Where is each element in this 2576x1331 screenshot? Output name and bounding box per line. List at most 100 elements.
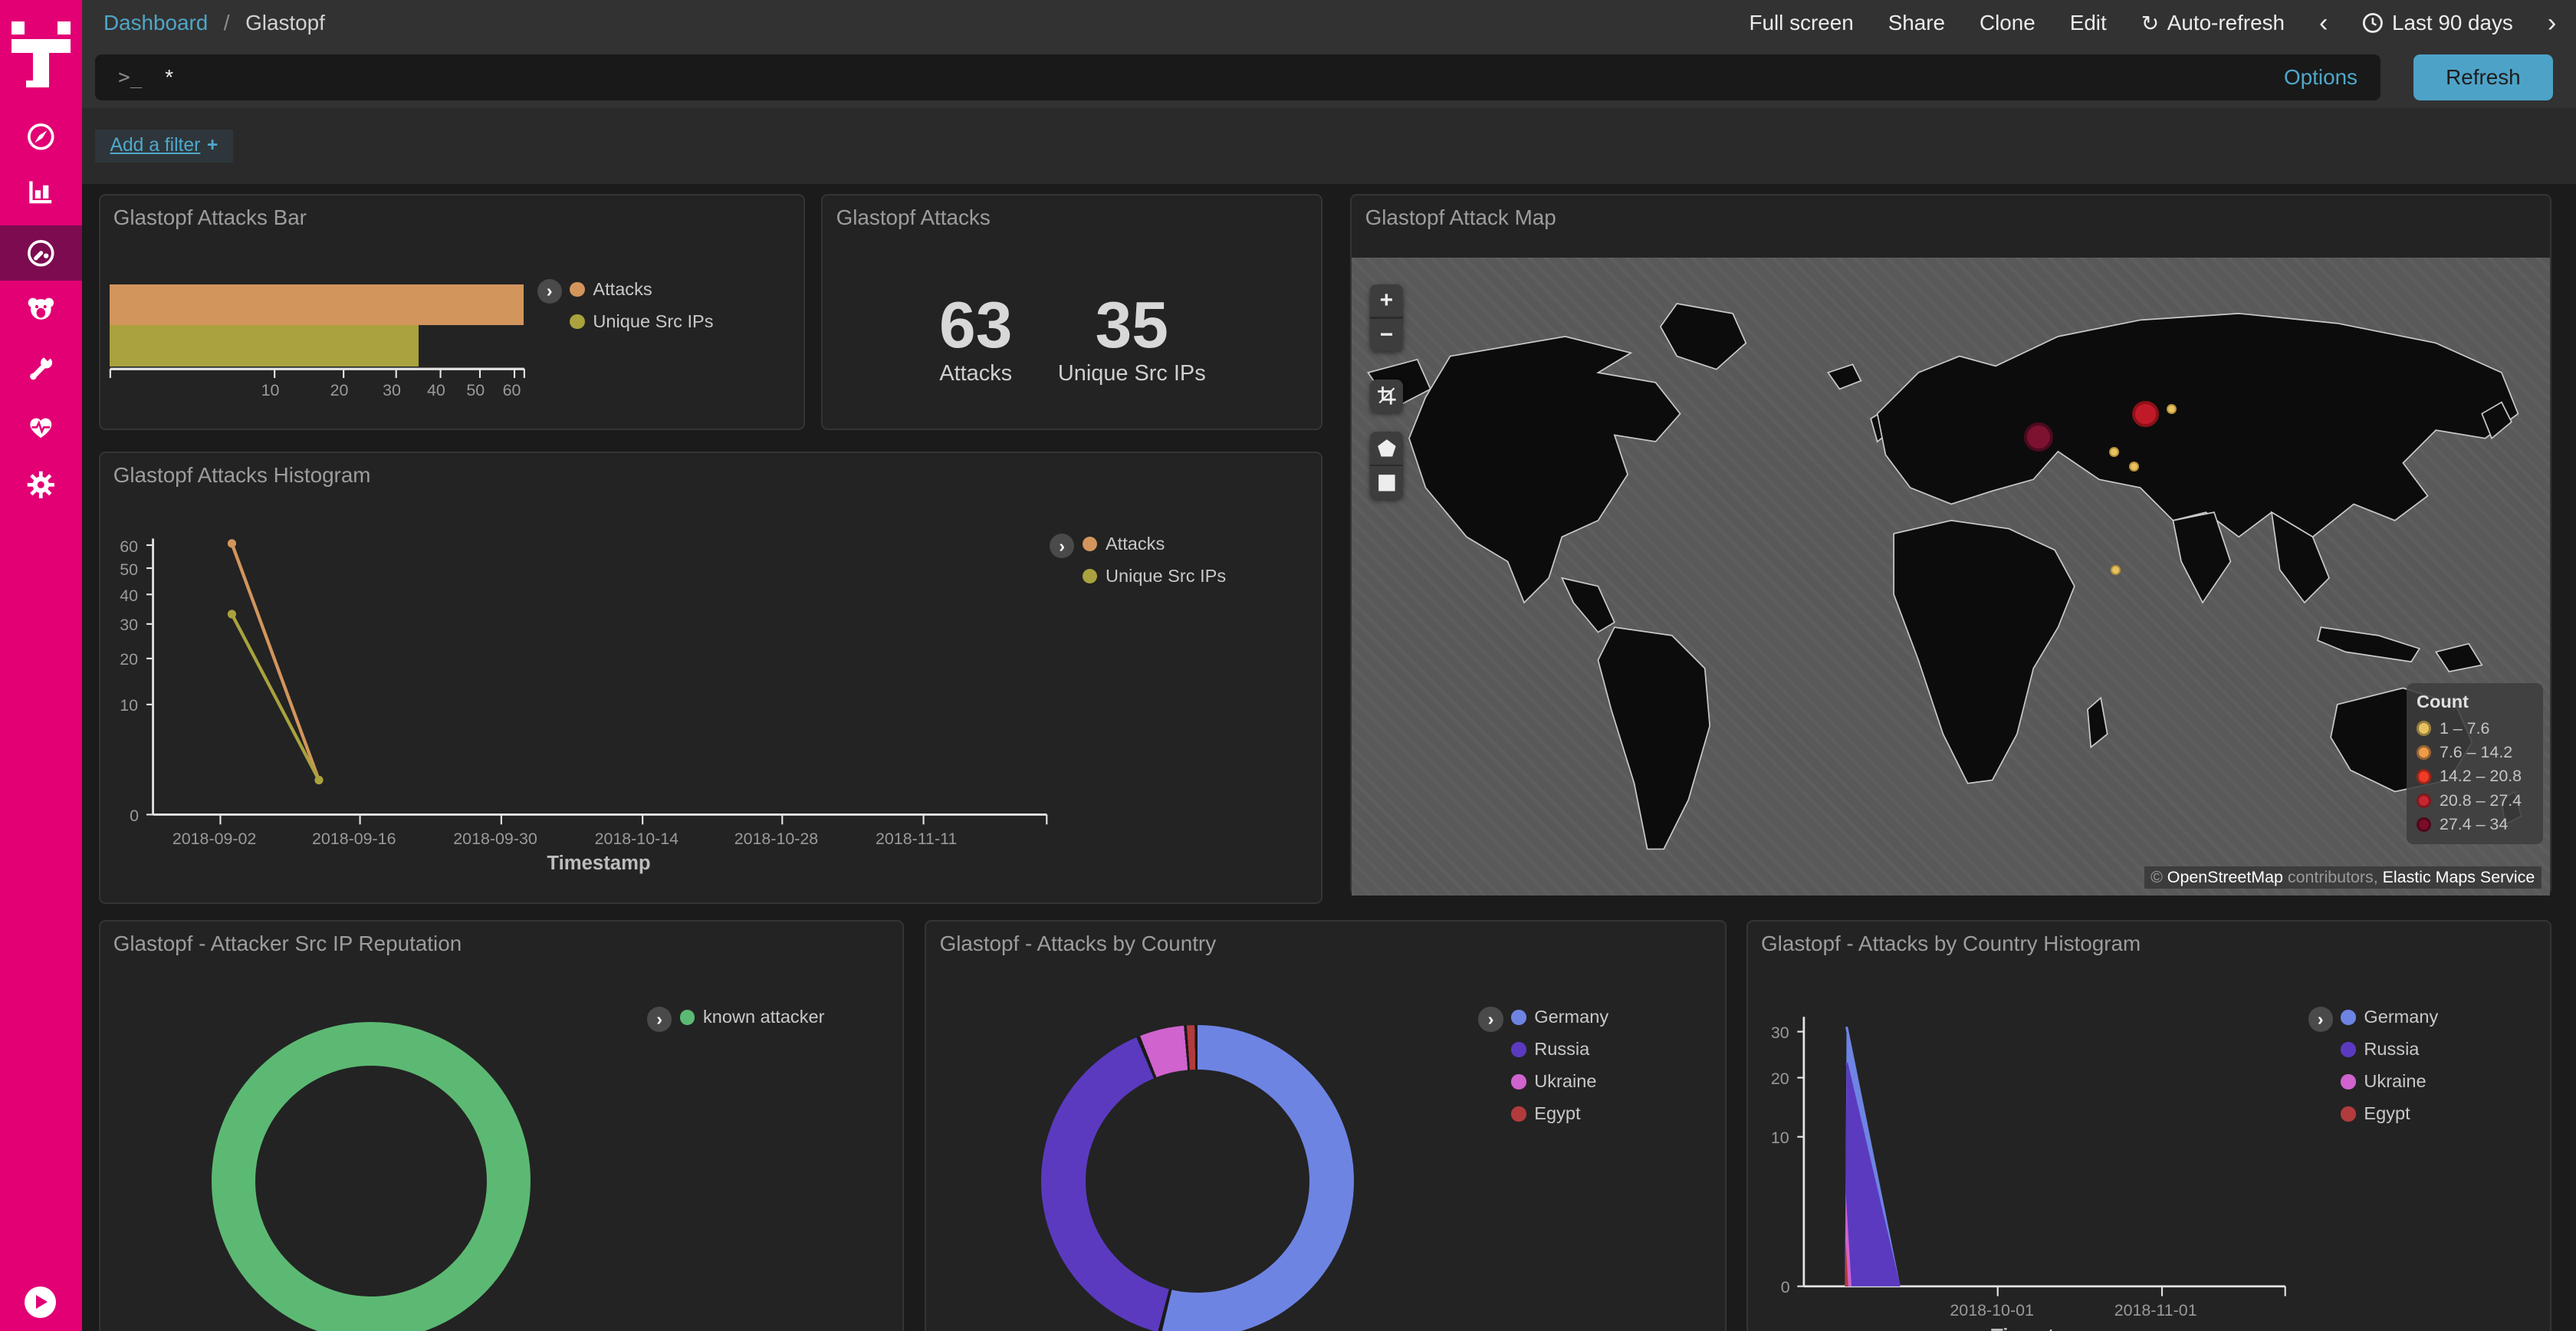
panel-attacks-metric: Glastopf Attacks 63 Attacks 35 Unique Sr…: [821, 194, 1322, 431]
legend-item-germany[interactable]: Germany: [2341, 1007, 2438, 1027]
legend-expand-button[interactable]: ›: [647, 1007, 672, 1031]
sidebar-item-discover[interactable]: [0, 108, 82, 164]
legend-item-attacks[interactable]: Attacks: [570, 279, 713, 300]
draw-polygon-button[interactable]: [1370, 432, 1403, 465]
gear-icon: [26, 470, 56, 500]
elastic-maps-service-link[interactable]: Elastic Maps Service: [2383, 868, 2535, 886]
legend-expand-button[interactable]: ›: [1478, 1007, 1503, 1031]
panel-attacks-by-country: Glastopf - Attacks by Country › Germany …: [925, 920, 1727, 1331]
bar-attacks[interactable]: [110, 284, 524, 326]
legend-dot: [1083, 537, 1097, 551]
filter-bar: Add a filter+: [82, 108, 2576, 184]
map-point-small-yellow[interactable]: [2129, 462, 2139, 472]
panel-attacks-bar: Glastopf Attacks Bar 10 20 30 40 50 60 ›…: [99, 194, 805, 431]
zoom-in-button[interactable]: +: [1370, 284, 1403, 317]
heartbeat-icon: [26, 412, 56, 442]
edit-button[interactable]: Edit: [2070, 11, 2107, 35]
map-point-small-yellow[interactable]: [2167, 404, 2177, 414]
sidebar-item-visualize[interactable]: [0, 164, 82, 220]
sidebar-item-dashboard[interactable]: [0, 225, 82, 281]
query-bar: >_ * Options Refresh: [82, 46, 2576, 108]
donut-attacks-by-country[interactable]: [1041, 1025, 1353, 1331]
add-filter-button[interactable]: Add a filter+: [95, 130, 232, 163]
sidebar-item-devtools[interactable]: [0, 340, 82, 396]
legend: Attacks Unique Src IPs: [570, 279, 713, 332]
breadcrumb-current: Glastopf: [245, 11, 325, 35]
share-button[interactable]: Share: [1888, 11, 1945, 35]
legend-dot: [570, 282, 584, 297]
world-map[interactable]: + −: [1352, 258, 2549, 895]
fit-bounds-button[interactable]: [1370, 380, 1403, 412]
draw-rectangle-button[interactable]: [1370, 466, 1403, 499]
sidebar-item-monitoring[interactable]: [0, 399, 82, 455]
legend-dot: [2341, 1042, 2355, 1057]
legend: known attacker: [680, 1007, 824, 1027]
legend-dot: [2341, 1106, 2355, 1121]
legend-item-russia[interactable]: Russia: [2341, 1039, 2438, 1060]
polygon-icon: [1377, 439, 1397, 458]
clone-button[interactable]: Clone: [1980, 11, 2036, 35]
panel-title: Glastopf - Attacker Src IP Reputation: [113, 932, 462, 956]
legend-item-egypt[interactable]: Egypt: [1511, 1103, 1608, 1124]
telekom-logo[interactable]: [12, 13, 71, 89]
play-arrow-icon: [36, 1295, 48, 1309]
search-input[interactable]: >_ * Options: [95, 54, 2380, 100]
panel-title: Glastopf Attacks Bar: [113, 205, 307, 230]
sidebar-item-timelion[interactable]: [0, 281, 82, 337]
legend-item-egypt[interactable]: Egypt: [2341, 1103, 2438, 1124]
donut-known-attacker[interactable]: [212, 1022, 531, 1331]
legend-dot: [2417, 817, 2431, 832]
breadcrumb: Dashboard / Glastopf: [104, 11, 325, 35]
legend-expand-button[interactable]: ›: [2308, 1007, 2333, 1031]
legend-item-attacks[interactable]: Attacks: [1083, 534, 1226, 554]
sidebar-nav: [0, 0, 82, 1331]
legend-dot: [570, 314, 584, 329]
legend-expand-button[interactable]: ›: [537, 279, 562, 304]
top-navbar: Dashboard / Glastopf Full screen Share C…: [82, 0, 2576, 46]
legend-item-ukraine[interactable]: Ukraine: [1511, 1071, 1608, 1092]
breadcrumb-dashboard-link[interactable]: Dashboard: [104, 11, 208, 35]
area-chart[interactable]: [1748, 922, 2553, 1331]
time-range-button[interactable]: Last 90 days: [2362, 11, 2512, 35]
legend-dot: [1511, 1074, 1526, 1089]
map-point-small-yellow[interactable]: [2109, 447, 2119, 457]
legend-dot: [1511, 1010, 1526, 1024]
prompt-icon: >_: [118, 66, 142, 89]
fullscreen-button[interactable]: Full screen: [1750, 11, 1854, 35]
bar-unique-src-ips[interactable]: [110, 325, 419, 366]
sidebar-expand-button[interactable]: [25, 1287, 56, 1318]
legend: Germany Russia Ukraine Egypt: [1511, 1007, 1608, 1124]
options-link[interactable]: Options: [2284, 65, 2358, 90]
rectangle-icon: [1377, 473, 1397, 493]
panel-attack-map: Glastopf Attack Map: [1350, 194, 2551, 896]
plus-icon: +: [207, 135, 218, 156]
legend-item-unique[interactable]: Unique Src IPs: [570, 311, 713, 332]
clock-icon: [2362, 12, 2384, 34]
legend-dot: [2417, 794, 2431, 808]
refresh-cycle-icon: ↻: [2141, 11, 2159, 36]
legend-item-unique[interactable]: Unique Src IPs: [1083, 566, 1226, 587]
legend-item-ukraine[interactable]: Ukraine: [2341, 1071, 2438, 1092]
refresh-button[interactable]: Refresh: [2413, 54, 2553, 100]
line-chart[interactable]: [100, 453, 1324, 905]
time-back-button[interactable]: ‹: [2319, 8, 2328, 38]
legend-item-germany[interactable]: Germany: [1511, 1007, 1608, 1027]
legend-item-known-attacker[interactable]: known attacker: [680, 1007, 824, 1027]
auto-refresh-button[interactable]: ↻ Auto-refresh: [2141, 11, 2285, 36]
map-point-small-yellow[interactable]: [2111, 565, 2121, 575]
zoom-out-button[interactable]: −: [1370, 319, 1403, 352]
time-forward-button[interactable]: ›: [2548, 8, 2556, 38]
openstreetmap-link[interactable]: OpenStreetMap: [2167, 868, 2283, 886]
sidebar-item-management[interactable]: [0, 457, 82, 513]
x-axis-label: Timestamp: [547, 853, 650, 875]
legend-dot: [2417, 769, 2431, 784]
legend-item-russia[interactable]: Russia: [1511, 1039, 1608, 1060]
legend-dot: [1511, 1042, 1526, 1057]
map-point-large-red[interactable]: [2132, 401, 2158, 427]
query-value[interactable]: *: [165, 65, 2284, 90]
panel-title: Glastopf Attacks: [836, 205, 991, 230]
metric-unique-src-ips: 35 Unique Src IPs: [1033, 291, 1230, 386]
legend: Attacks Unique Src IPs: [1083, 534, 1226, 587]
legend-title: Count: [2417, 692, 2533, 712]
legend-dot: [1083, 569, 1097, 583]
